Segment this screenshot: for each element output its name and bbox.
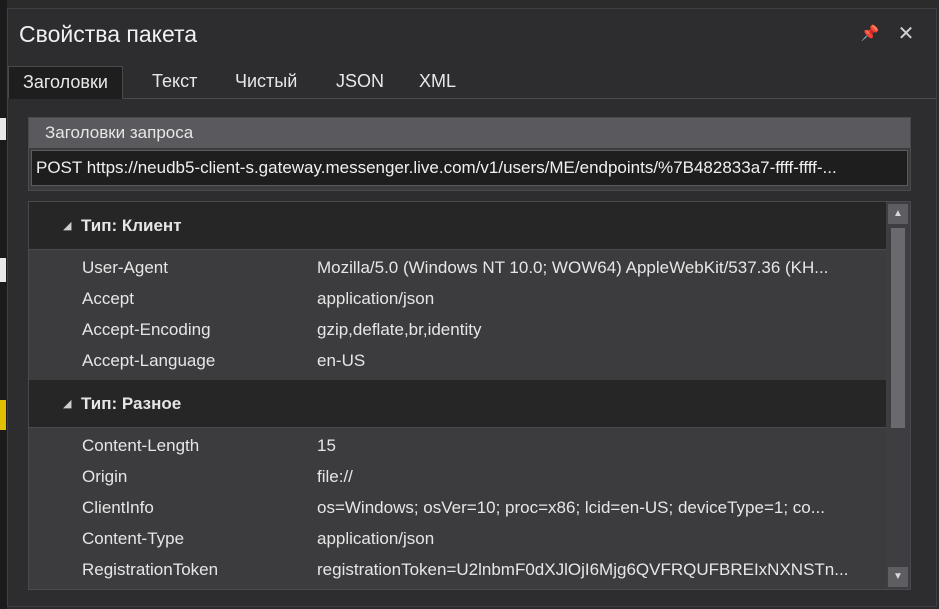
- property-value: application/json: [317, 289, 435, 308]
- tab-text[interactable]: Текст: [138, 66, 211, 98]
- property-row[interactable]: Origin file://: [29, 461, 910, 492]
- property-row[interactable]: Content-Length 15: [29, 430, 910, 461]
- background-edge-mark: [0, 118, 6, 140]
- property-value: registrationToken=U2lnbmF0dXJlOjI6Mjg6QV…: [317, 560, 849, 579]
- property-grid: ◢ Тип: Клиент User-Agent Mozilla/5.0 (Wi…: [28, 201, 911, 590]
- vertical-scrollbar[interactable]: ▲ ▼: [886, 202, 910, 589]
- tab-bar: Заголовки Текст Чистый JSON XML: [8, 66, 936, 99]
- packet-properties-window: Свойства пакета 📌 ✕ Заголовки Текст Чист…: [7, 8, 937, 607]
- tab-json[interactable]: JSON: [322, 66, 398, 98]
- property-key: Accept: [82, 289, 134, 308]
- collapse-triangle-icon[interactable]: ◢: [63, 202, 71, 250]
- property-value: os=Windows; osVer=10; proc=x86; lcid=en-…: [317, 498, 825, 517]
- scroll-thumb[interactable]: [891, 228, 905, 428]
- category-misc[interactable]: ◢ Тип: Разное: [29, 380, 910, 428]
- property-key: Accept-Encoding: [82, 320, 211, 339]
- property-key: ClientInfo: [82, 498, 154, 517]
- property-key: User-Agent: [82, 258, 168, 277]
- property-value: 15: [317, 436, 336, 455]
- property-row[interactable]: RegistrationToken registrationToken=U2ln…: [29, 554, 910, 585]
- property-key: Origin: [82, 467, 128, 486]
- request-line[interactable]: POST https://neudb5-client-s.gateway.mes…: [31, 150, 908, 186]
- property-row[interactable]: Accept-Encoding gzip,deflate,br,identity: [29, 314, 910, 345]
- property-value: gzip,deflate,br,identity: [317, 320, 482, 339]
- property-key: RegistrationToken: [82, 560, 219, 579]
- property-value: en-US: [317, 351, 366, 370]
- category-label: Тип: Клиент: [81, 216, 182, 235]
- window-title: Свойства пакета: [19, 21, 198, 47]
- property-key: Content-Type: [82, 529, 185, 548]
- pin-icon[interactable]: 📌: [859, 23, 881, 45]
- category-client[interactable]: ◢ Тип: Клиент: [29, 202, 910, 250]
- tab-raw[interactable]: Чистый: [221, 66, 311, 98]
- scroll-up-icon[interactable]: ▲: [888, 204, 908, 224]
- category-label: Тип: Разное: [81, 394, 182, 413]
- background-app-edge: [0, 0, 7, 609]
- property-value: application/json: [317, 529, 435, 548]
- property-row[interactable]: ClientInfo os=Windows; osVer=10; proc=x8…: [29, 492, 910, 523]
- property-value: Mozilla/5.0 (Windows NT 10.0; WOW64) App…: [317, 258, 829, 277]
- tab-headers[interactable]: Заголовки: [8, 66, 123, 99]
- property-row[interactable]: Accept-Language en-US: [29, 345, 910, 376]
- close-icon[interactable]: ✕: [895, 23, 917, 45]
- property-key: Content-Length: [82, 436, 200, 455]
- property-row[interactable]: Content-Type application/json: [29, 523, 910, 554]
- property-key: Accept-Language: [82, 351, 216, 370]
- background-edge-mark: [0, 400, 6, 430]
- scroll-down-icon[interactable]: ▼: [888, 567, 908, 587]
- property-value: file://: [317, 467, 353, 486]
- background-edge-mark: [0, 258, 6, 282]
- tab-xml[interactable]: XML: [405, 66, 470, 98]
- request-headers-box: Заголовки запроса POST https://neudb5-cl…: [28, 117, 911, 191]
- property-row[interactable]: User-Agent Mozilla/5.0 (Windows NT 10.0;…: [29, 252, 910, 283]
- request-headers-title: Заголовки запроса: [29, 118, 910, 148]
- property-row[interactable]: Accept application/json: [29, 283, 910, 314]
- collapse-triangle-icon[interactable]: ◢: [63, 380, 71, 428]
